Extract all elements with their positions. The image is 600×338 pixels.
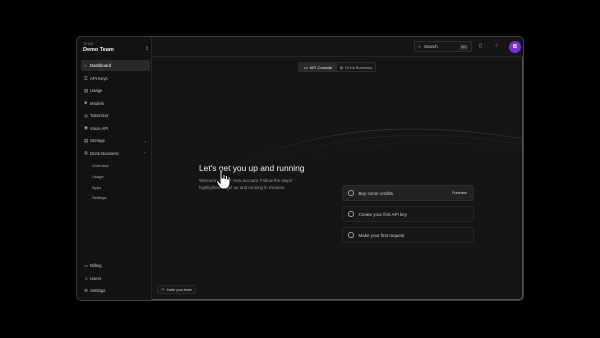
app-window: TEAM Demo Team ⇕ ⌂ Dashboard ⚿ API Keys … [76, 36, 524, 301]
gear-icon: ⚙ [84, 287, 89, 293]
sidebar-item-dashboard[interactable]: ⌂ Dashboard [81, 60, 150, 71]
sidebar-item-label: Tokenizer [90, 113, 109, 118]
top-bar: ⌕ Search ⌘K ▯ ☾ B [152, 37, 523, 57]
sidebar-item-label: Usage [90, 88, 103, 93]
sidebar-subitem-usage[interactable]: Usage [92, 174, 104, 179]
step-create-api-key[interactable]: Create your first API key [342, 206, 474, 222]
sidebar-item-settings[interactable]: ⚙ Settings [81, 285, 150, 296]
hand-cursor-icon [215, 168, 231, 190]
billing-icon: ▭ [84, 262, 89, 268]
step-first-request[interactable]: Make your first request [342, 227, 474, 243]
sidebar-item-label: Settings [90, 288, 106, 293]
search-input[interactable]: ⌕ Search ⌘K [414, 41, 472, 52]
chevron-updown-icon: ⇕ [144, 46, 149, 52]
sidebar-subitem-apps[interactable]: Apps [92, 185, 101, 190]
tab-drink-business[interactable]: ◍ Drink Business [337, 63, 375, 71]
tab-api-console[interactable]: ▭ API Console [299, 63, 337, 71]
sidebar-subitem-overview[interactable]: Overview [92, 163, 109, 168]
team-label: TEAM [83, 42, 94, 46]
drink-icon: ◍ [84, 150, 88, 155]
book-icon[interactable]: ▯ [476, 42, 485, 51]
search-icon: ⌕ [418, 44, 421, 49]
sidebar-item-drink-business[interactable]: ◍ Drink Business ⌃ [81, 148, 150, 159]
sidebar: TEAM Demo Team ⇕ ⌂ Dashboard ⚿ API Keys … [77, 37, 152, 300]
invite-team-button[interactable]: ⚇ Invite your team [157, 285, 197, 294]
circle-icon [348, 211, 354, 217]
sidebar-item-label: API Keys [90, 75, 108, 81]
console-switcher: ▭ API Console ◍ Drink Business [298, 62, 376, 72]
sidebar-item-usage[interactable]: ▥ Usage [81, 85, 150, 96]
team-name: Demo Team [83, 47, 114, 53]
key-icon: ⚿ [84, 75, 88, 81]
chart-icon: ▥ [84, 87, 89, 93]
voice-icon: ◉ [84, 125, 88, 130]
sidebar-item-label: Users [90, 275, 102, 281]
sidebar-item-users[interactable]: ☺ Users [81, 273, 150, 284]
step-label: Create your first API key [358, 211, 408, 217]
step-label: Make your first request [358, 232, 405, 238]
drink-icon: ◍ [339, 64, 344, 70]
circle-icon [348, 232, 354, 238]
home-icon: ⌂ [84, 63, 87, 68]
avatar[interactable]: B [509, 41, 521, 53]
main-content: ▭ API Console ◍ Drink Business Let's get… [152, 57, 523, 300]
invite-label: Invite your team [166, 287, 193, 292]
sidebar-item-voice-api[interactable]: ◉ Voice API [81, 123, 150, 134]
team-switcher[interactable]: TEAM Demo Team ⇕ [83, 42, 149, 58]
sidebar-item-storage[interactable]: ▤ Storage ⌄ [81, 135, 150, 146]
purchase-button[interactable]: Purchase [452, 191, 467, 195]
sidebar-item-models[interactable]: ◈ Models [81, 98, 150, 109]
sidebar-item-label: Dashboard [90, 63, 112, 68]
chevron-down-icon: ⌄ [143, 138, 147, 143]
sidebar-item-label: Voice API [90, 125, 109, 131]
sidebar-item-label: Drink Business [90, 150, 119, 156]
sidebar-item-label: Billing [90, 263, 102, 268]
storage-icon: ▤ [84, 137, 89, 143]
users-icon: ☺ [84, 275, 89, 281]
monitor-icon: ▭ [303, 64, 308, 70]
tokenizer-icon: ◎ [84, 112, 88, 118]
sidebar-item-api-keys[interactable]: ⚿ API Keys [81, 73, 150, 84]
search-shortcut: ⌘K [459, 44, 468, 50]
moon-icon[interactable]: ☾ [493, 42, 502, 51]
tab-label: Drink Business [345, 64, 373, 70]
sidebar-subitem-settings[interactable]: Settings [92, 195, 106, 200]
sidebar-item-billing[interactable]: ▭ Billing [81, 260, 150, 271]
cube-icon: ◈ [84, 100, 88, 105]
step-buy-credits[interactable]: Buy some credits Purchase [342, 185, 474, 201]
sidebar-item-label: Models [90, 100, 104, 106]
search-placeholder: Search [424, 44, 438, 49]
sidebar-item-tokenizer[interactable]: ◎ Tokenizer [81, 110, 150, 121]
step-label: Buy some credits [358, 190, 394, 196]
sidebar-item-label: Storage [90, 138, 106, 143]
chevron-up-icon: ⌃ [143, 150, 147, 156]
users-icon: ⚇ [161, 287, 165, 292]
tab-label: API Console [309, 64, 332, 70]
circle-icon [348, 190, 354, 196]
